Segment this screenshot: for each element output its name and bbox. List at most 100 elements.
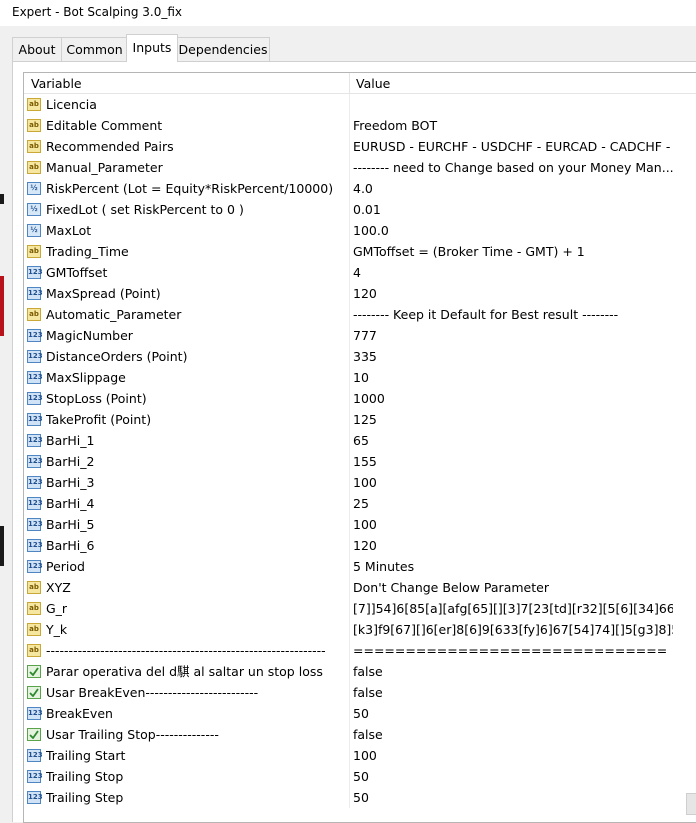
input-row[interactable]: Usar Trailing Stop-------------- false	[24, 724, 696, 745]
variable-name: DistanceOrders (Point)	[46, 349, 188, 364]
string-type-icon: ab	[27, 245, 41, 258]
input-row[interactable]: 123 BreakEven 50	[24, 703, 696, 724]
cell-divider	[349, 115, 350, 136]
value-cell[interactable]: Don't Change Below Parameter	[353, 577, 673, 598]
value-cell[interactable]: GMToffset = (Broker Time - GMT) + 1	[353, 241, 673, 262]
input-row[interactable]: 123 DistanceOrders (Point) 335	[24, 346, 696, 367]
value-cell[interactable]: 4.0	[353, 178, 673, 199]
input-row[interactable]: 123 BarHi_1 65	[24, 430, 696, 451]
input-row[interactable]: 123 MaxSpread (Point) 120	[24, 283, 696, 304]
cell-divider	[349, 556, 350, 577]
input-row[interactable]: 123 StopLoss (Point) 1000	[24, 388, 696, 409]
input-row[interactable]: Usar BreakEven------------------------- f…	[24, 682, 696, 703]
input-row[interactable]: 123 GMToffset 4	[24, 262, 696, 283]
value-cell[interactable]: 50	[353, 787, 673, 808]
input-row[interactable]: ab Editable Comment Freedom BOT	[24, 115, 696, 136]
input-row[interactable]: 123 BarHi_3 100	[24, 472, 696, 493]
value-cell[interactable]: [k3]f9[67][]6[er]8[6]9[633[fy]6]67[54]74…	[353, 619, 673, 640]
cell-divider	[349, 766, 350, 787]
string-type-icon: ab	[27, 98, 41, 111]
tab-inputs[interactable]: Inputs	[126, 34, 178, 62]
value-cell[interactable]: ==============================	[353, 640, 673, 661]
value-cell[interactable]: -------- need to Change based on your Mo…	[353, 157, 673, 178]
value-cell[interactable]: 10	[353, 367, 673, 388]
input-row[interactable]: 123 Trailing Start 100	[24, 745, 696, 766]
integer-type-icon: 123	[27, 350, 43, 363]
cell-divider	[349, 619, 350, 640]
value-cell[interactable]: 335	[353, 346, 673, 367]
variable-column-header[interactable]: Variable	[31, 76, 82, 91]
input-row[interactable]: ab Recommended Pairs EURUSD - EURCHF - USD…	[24, 136, 696, 157]
variable-name: TakeProfit (Point)	[46, 412, 152, 427]
double-type-icon: ½	[27, 203, 41, 216]
input-row[interactable]: 123 Trailing Step 50	[24, 787, 696, 808]
value-cell[interactable]: 100	[353, 745, 673, 766]
value-cell[interactable]: 120	[353, 535, 673, 556]
value-cell[interactable]: 155	[353, 451, 673, 472]
resize-handle[interactable]	[686, 793, 696, 815]
variable-name: XYZ	[46, 580, 71, 595]
tab-common[interactable]: Common	[61, 37, 128, 62]
tab-about[interactable]: About	[12, 37, 62, 62]
value-cell[interactable]: 50	[353, 766, 673, 787]
value-cell[interactable]: 25	[353, 493, 673, 514]
input-row[interactable]: 123 Period 5 Minutes	[24, 556, 696, 577]
input-row[interactable]: 123 TakeProfit (Point) 125	[24, 409, 696, 430]
variable-name: Parar operativa del d騏 al saltar un stop…	[46, 664, 323, 679]
input-row[interactable]: ½ RiskPercent (Lot = Equity*RiskPercent/1…	[24, 178, 696, 199]
value-cell[interactable]: false	[353, 682, 673, 703]
value-cell[interactable]: -------- Keep it Default for Best result…	[353, 304, 673, 325]
cell-divider	[349, 451, 350, 472]
value-cell[interactable]: false	[353, 661, 673, 682]
value-cell[interactable]: Freedom BOT	[353, 115, 673, 136]
input-row[interactable]: ab Licencia	[24, 94, 696, 115]
input-row[interactable]: 123 MagicNumber 777	[24, 325, 696, 346]
value-cell[interactable]: 0.01	[353, 199, 673, 220]
input-row[interactable]: ab --------------------------------------…	[24, 640, 696, 661]
input-row[interactable]: ab Manual_Parameter -------- need to Chang…	[24, 157, 696, 178]
input-row[interactable]: 123 BarHi_5 100	[24, 514, 696, 535]
tab-dependencies[interactable]: Dependencies	[176, 37, 270, 62]
integer-type-icon: 123	[27, 434, 43, 447]
value-column-header[interactable]: Value	[356, 76, 390, 91]
value-cell[interactable]: 100.0	[353, 220, 673, 241]
value-cell[interactable]: 65	[353, 430, 673, 451]
cell-divider	[349, 262, 350, 283]
value-cell[interactable]: [7]]54]6[85[a][afg[65][][3]7[23[td][r32]…	[353, 598, 673, 619]
value-cell[interactable]: 50	[353, 703, 673, 724]
input-row[interactable]: Parar operativa del d騏 al saltar un stop…	[24, 661, 696, 682]
input-row[interactable]: 123 MaxSlippage 10	[24, 367, 696, 388]
input-row[interactable]: 123 BarHi_4 25	[24, 493, 696, 514]
cell-divider	[349, 640, 350, 661]
input-row[interactable]: ab Y_k [k3]f9[67][]6[er]8[6]9[633[fy]6]67[…	[24, 619, 696, 640]
value-cell[interactable]: 5 Minutes	[353, 556, 673, 577]
integer-type-icon: 123	[27, 770, 43, 783]
input-row[interactable]: ab G_r [7]]54]6[85[a][afg[65][][3]7[23[td]…	[24, 598, 696, 619]
value-cell[interactable]	[353, 94, 673, 115]
value-cell[interactable]: 777	[353, 325, 673, 346]
inputs-grid: Variable Value ab Licencia ab Editable Comm…	[23, 72, 696, 823]
input-row[interactable]: 123 Trailing Stop 50	[24, 766, 696, 787]
value-cell[interactable]: 4	[353, 262, 673, 283]
integer-type-icon: 123	[27, 539, 43, 552]
input-row[interactable]: ab Trading_Time GMToffset = (Broker Time …	[24, 241, 696, 262]
input-row[interactable]: ½ MaxLot 100.0	[24, 220, 696, 241]
input-row[interactable]: ½ FixedLot ( set RiskPercent to 0 ) 0.01	[24, 199, 696, 220]
value-cell[interactable]: 125	[353, 409, 673, 430]
value-cell[interactable]: false	[353, 724, 673, 745]
value-cell[interactable]: 100	[353, 472, 673, 493]
variable-name: MaxSpread (Point)	[46, 286, 161, 301]
value-cell[interactable]: 120	[353, 283, 673, 304]
value-cell[interactable]: EURUSD - EURCHF - USDCHF - EURCAD - CADC…	[353, 136, 673, 157]
input-row[interactable]: ab Automatic_Parameter -------- Keep it D…	[24, 304, 696, 325]
input-row[interactable]: ab XYZ Don't Change Below Parameter	[24, 577, 696, 598]
variable-name: MagicNumber	[46, 328, 133, 343]
input-row[interactable]: 123 BarHi_2 155	[24, 451, 696, 472]
value-cell[interactable]: 100	[353, 514, 673, 535]
input-row[interactable]: 123 BarHi_6 120	[24, 535, 696, 556]
cell-divider	[349, 535, 350, 556]
value-cell[interactable]: 1000	[353, 388, 673, 409]
variable-name: Trading_Time	[46, 244, 129, 259]
integer-type-icon: 123	[27, 518, 43, 531]
column-divider[interactable]	[349, 73, 350, 93]
